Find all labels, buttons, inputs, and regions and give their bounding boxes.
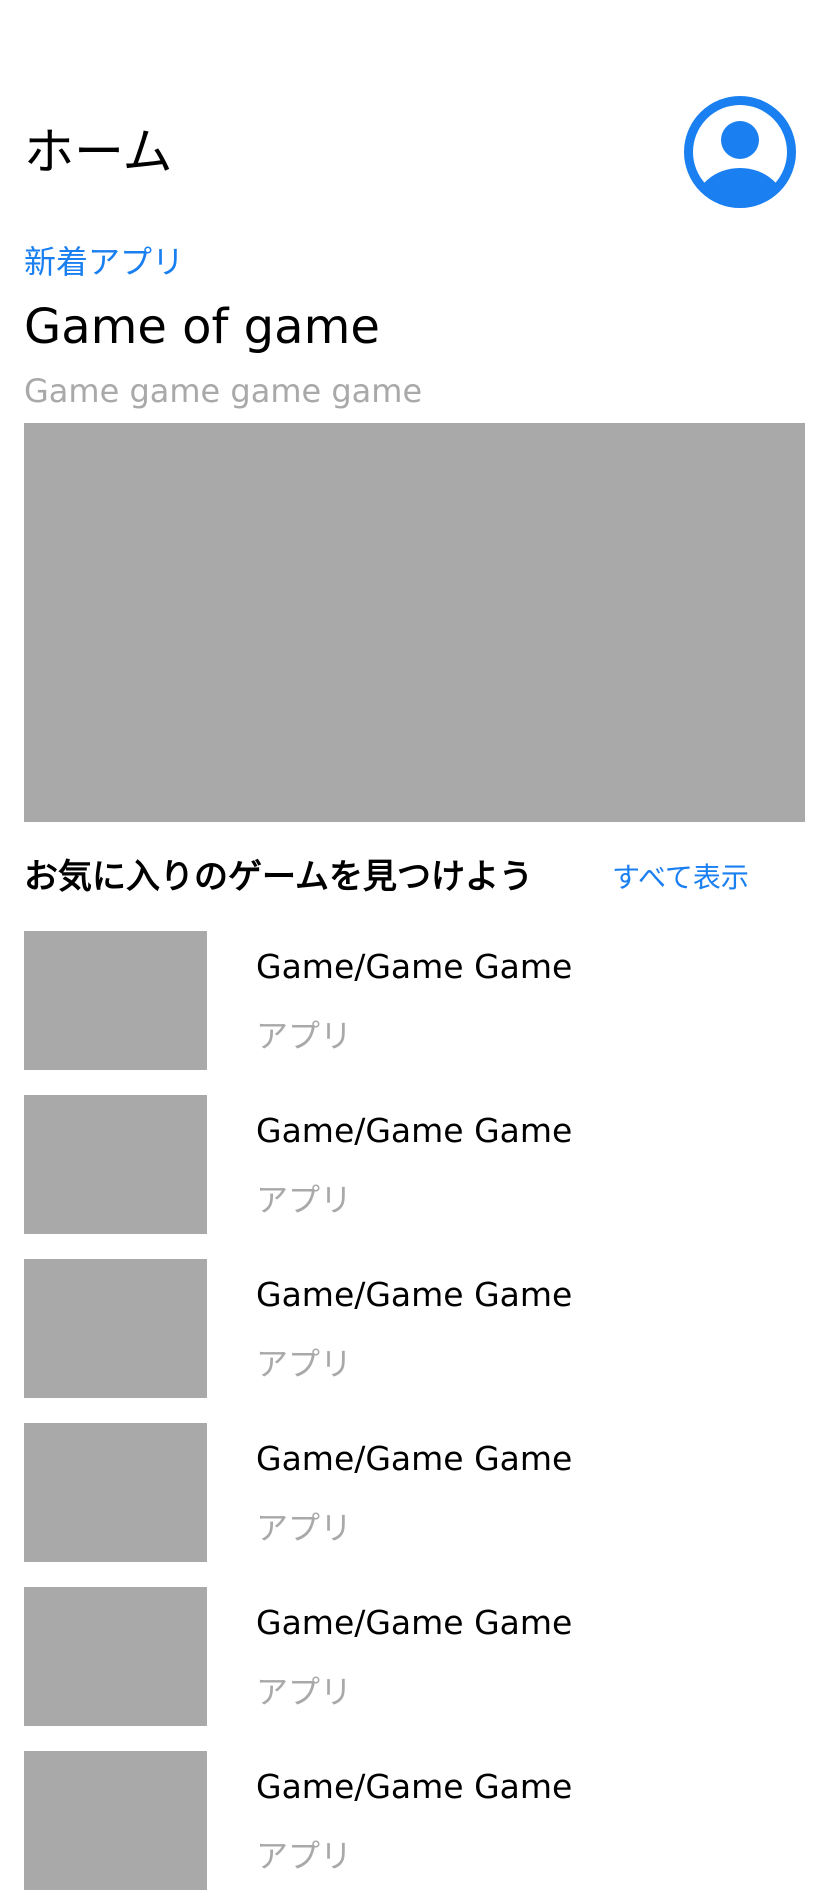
app-list-item[interactable]: Game/Game Game アプリ (24, 1423, 804, 1562)
featured-title: Game of game (24, 299, 380, 355)
app-category: アプリ (256, 1673, 353, 1711)
person-circle-icon (684, 96, 796, 208)
app-thumbnail (24, 1259, 207, 1398)
featured-banner-image[interactable] (24, 423, 805, 822)
app-name: Game/Game Game (256, 947, 573, 986)
section-title: お気に入りのゲームを見つけよう (24, 857, 533, 897)
page-title: ホーム (24, 123, 173, 181)
app-list-item[interactable]: Game/Game Game アプリ (24, 1095, 804, 1234)
profile-avatar-button[interactable] (684, 96, 796, 208)
featured-subtitle: Game game game game (24, 372, 423, 410)
app-thumbnail (24, 1751, 207, 1890)
app-thumbnail (24, 1423, 207, 1562)
app-category: アプリ (256, 1017, 353, 1055)
app-name: Game/Game Game (256, 1275, 573, 1314)
app-thumbnail (24, 1095, 207, 1234)
app-list-item[interactable]: Game/Game Game アプリ (24, 1259, 804, 1398)
see-all-link[interactable]: すべて表示 (612, 861, 749, 895)
app-list-item[interactable]: Game/Game Game アプリ (24, 1751, 804, 1890)
app-name: Game/Game Game (256, 1111, 573, 1150)
app-thumbnail (24, 931, 207, 1070)
app-thumbnail (24, 1587, 207, 1726)
app-category: アプリ (256, 1509, 353, 1547)
app-category: アプリ (256, 1837, 353, 1875)
app-list-item[interactable]: Game/Game Game アプリ (24, 1587, 804, 1726)
app-list-item[interactable]: Game/Game Game アプリ (24, 931, 804, 1070)
app-name: Game/Game Game (256, 1603, 573, 1642)
header: ホーム (0, 0, 828, 220)
app-category: アプリ (256, 1345, 353, 1383)
featured-section-label: 新着アプリ (24, 243, 185, 281)
app-name: Game/Game Game (256, 1439, 573, 1478)
app-name: Game/Game Game (256, 1767, 573, 1806)
app-category: アプリ (256, 1181, 353, 1219)
